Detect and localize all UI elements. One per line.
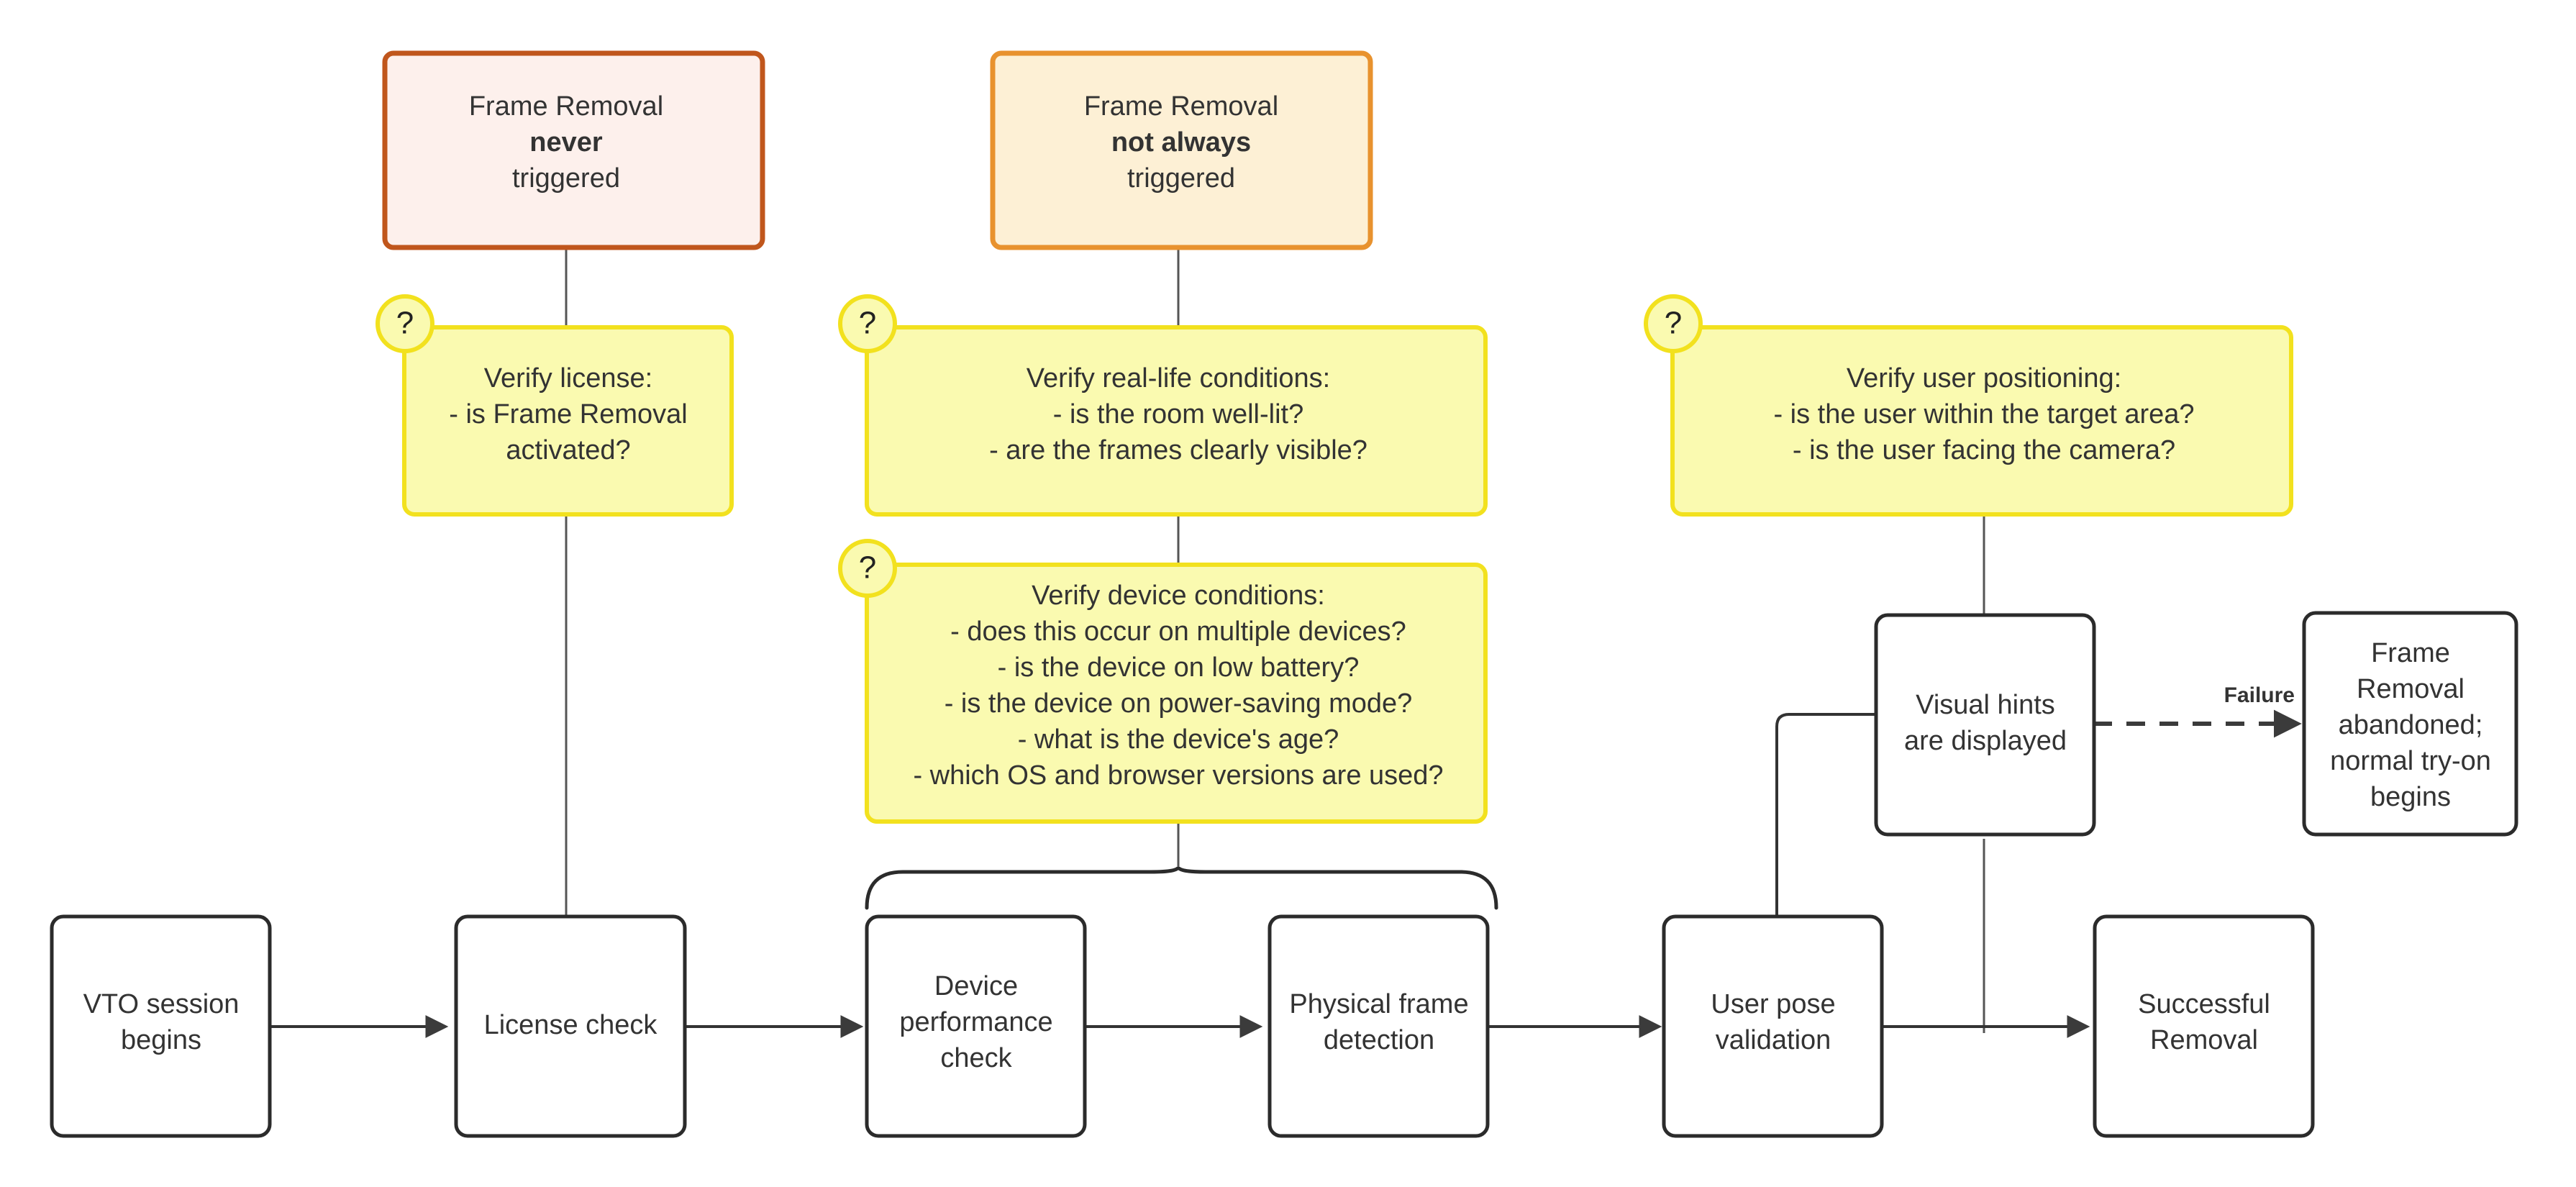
flowchart-canvas: Frame Removal never triggered Frame Remo… xyxy=(0,0,2576,1187)
node-visual-hints-are-displayed[interactable]: Visual hints are displayed xyxy=(1874,613,2096,837)
node-vto-line1: VTO session xyxy=(83,989,240,1019)
node-device-performance-check[interactable]: Device performance check xyxy=(865,914,1087,1138)
note-device-line6: - which OS and browser versions are used… xyxy=(913,760,1443,791)
node-device-line1: Device xyxy=(934,971,1018,1001)
note-reallife-line1: Verify real-life conditions: xyxy=(1027,363,1330,394)
node-license-check[interactable]: License check xyxy=(454,914,687,1138)
header-notalways-line2: not always xyxy=(1111,127,1251,158)
node-frame-line2: detection xyxy=(1324,1025,1434,1055)
node-abandoned-line4: normal try-on xyxy=(2330,746,2491,776)
note-verify-license: ? Verify license: - is Frame Removal act… xyxy=(376,294,734,517)
question-badge-label: ? xyxy=(859,306,876,341)
node-pose-line1: User pose xyxy=(1711,989,1835,1019)
note-verify-device-conditions: ? Verify device conditions: - does this … xyxy=(838,539,1488,824)
note-device-line1: Verify device conditions: xyxy=(1032,581,1325,611)
brace-device-frame-group xyxy=(865,866,1498,910)
header-never-triggered: Frame Removal never triggered xyxy=(382,50,765,250)
node-license-label: License check xyxy=(484,1010,658,1040)
note-verify-user-positioning: ? Verify user positioning: - is the user… xyxy=(1644,294,2293,517)
node-abandoned-line3: abandoned; xyxy=(2339,710,2483,740)
node-success-line1: Successful xyxy=(2138,989,2270,1019)
node-device-line2: performance xyxy=(899,1007,1052,1037)
note-verify-real-life-conditions: ? Verify real-life conditions: - is the … xyxy=(838,294,1488,517)
header-never-line2: never xyxy=(529,127,603,158)
node-frame-line1: Physical frame xyxy=(1289,989,1468,1019)
node-pose-line2: validation xyxy=(1716,1025,1831,1055)
node-abandoned-line5: begins xyxy=(2370,782,2451,812)
question-badge-label: ? xyxy=(396,306,414,341)
node-user-pose-validation[interactable]: User pose validation xyxy=(1662,914,1884,1138)
header-notalways-line1: Frame Removal xyxy=(1084,91,1278,122)
node-success-line2: Removal xyxy=(2150,1025,2258,1055)
note-position-line2: - is the user within the target area? xyxy=(1773,399,2194,429)
node-abandoned-line2: Removal xyxy=(2357,674,2465,704)
note-device-line5: - what is the device's age? xyxy=(1018,724,1339,755)
note-reallife-line3: - are the frames clearly visible? xyxy=(989,435,1367,465)
node-hints-line1: Visual hints xyxy=(1916,690,2055,720)
note-device-line2: - does this occur on multiple devices? xyxy=(950,617,1406,647)
question-badge-label: ? xyxy=(1665,306,1682,341)
node-successful-removal[interactable]: Successful Removal xyxy=(2093,914,2315,1138)
node-physical-frame-detection[interactable]: Physical frame detection xyxy=(1267,914,1490,1138)
node-hints-line2: are displayed xyxy=(1904,726,2067,756)
header-never-line1: Frame Removal xyxy=(469,91,663,122)
note-position-line3: - is the user facing the camera? xyxy=(1793,435,2175,465)
node-visual-hints-box[interactable] xyxy=(1874,613,2096,837)
note-position-line1: Verify user positioning: xyxy=(1847,363,2121,394)
node-device-line3: check xyxy=(940,1043,1012,1073)
header-never-line3: triggered xyxy=(512,163,620,194)
node-vto-session-begins[interactable]: VTO session begins xyxy=(50,914,272,1138)
note-device-line3: - is the device on low battery? xyxy=(998,652,1360,683)
header-notalways-line3: triggered xyxy=(1127,163,1235,194)
node-vto-line2: begins xyxy=(121,1025,201,1055)
edge-label-failure: Failure xyxy=(2224,683,2295,707)
flowchart-svg: Frame Removal never triggered Frame Remo… xyxy=(50,50,2518,1138)
node-abandoned-line1: Frame xyxy=(2371,638,2450,668)
node-frame-removal-abandoned[interactable]: Frame Removal abandoned; normal try-on b… xyxy=(2302,611,2518,837)
note-license-line3: activated? xyxy=(506,435,630,465)
note-license-line2: - is Frame Removal xyxy=(449,399,688,429)
note-device-line4: - is the device on power-saving mode? xyxy=(945,688,1413,719)
note-license-line1: Verify license: xyxy=(484,363,652,394)
question-badge-label: ? xyxy=(859,550,876,586)
header-not-always-triggered: Frame Removal not always triggered xyxy=(990,50,1373,250)
note-reallife-line2: - is the room well-lit? xyxy=(1053,399,1303,429)
